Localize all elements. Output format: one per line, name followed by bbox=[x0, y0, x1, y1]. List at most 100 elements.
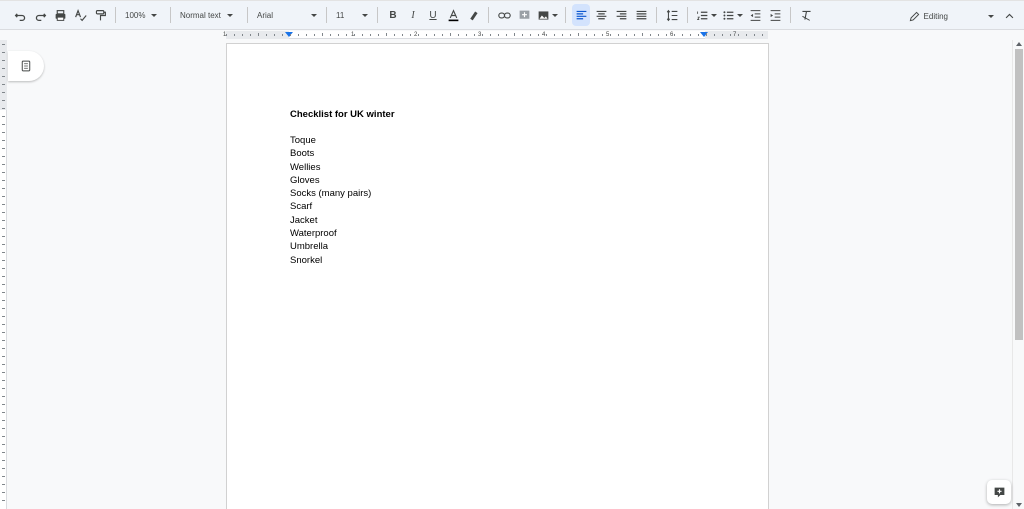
vertical-scrollbar[interactable] bbox=[1012, 40, 1024, 509]
ruler-tick bbox=[402, 34, 403, 36]
vertical-ruler-tick bbox=[2, 308, 5, 309]
redo-icon[interactable] bbox=[31, 4, 49, 26]
vertical-ruler-tick bbox=[2, 436, 5, 437]
ruler-tick bbox=[370, 34, 371, 36]
spellcheck-icon[interactable] bbox=[71, 4, 89, 26]
align-right-icon[interactable] bbox=[612, 4, 630, 26]
vertical-ruler-tick bbox=[2, 420, 5, 421]
ruler-tick bbox=[642, 33, 643, 36]
checklist-item: Umbrella bbox=[290, 241, 329, 253]
ruler-tick bbox=[394, 34, 395, 36]
ruler-tick bbox=[466, 34, 467, 36]
scroll-down-arrow-icon[interactable] bbox=[1016, 503, 1022, 507]
scroll-up-arrow-icon[interactable] bbox=[1016, 42, 1022, 46]
vertical-ruler-tick bbox=[2, 332, 5, 333]
vertical-ruler-tick bbox=[2, 300, 5, 301]
align-left-icon[interactable] bbox=[572, 4, 590, 26]
zoom-value: 100% bbox=[125, 10, 146, 20]
editing-mode-label: Editing bbox=[923, 11, 948, 21]
vertical-ruler-tick bbox=[2, 428, 5, 429]
document-page[interactable]: Checklist for UK winter Toque Boots Well… bbox=[227, 44, 768, 509]
vertical-ruler-tick bbox=[2, 316, 5, 317]
decrease-indent-icon[interactable] bbox=[746, 4, 764, 26]
vertical-ruler-tick bbox=[2, 124, 5, 125]
toolbar-divider bbox=[565, 7, 566, 23]
bulleted-list-icon[interactable] bbox=[720, 4, 744, 26]
paint-format-icon[interactable] bbox=[91, 4, 109, 26]
vertical-ruler-tick bbox=[2, 140, 5, 141]
style-select[interactable]: Normal text bbox=[176, 4, 242, 26]
ruler-tick bbox=[346, 34, 347, 36]
text-color-icon[interactable] bbox=[444, 4, 462, 26]
ruler-tick bbox=[658, 34, 659, 36]
vertical-ruler-tick bbox=[2, 340, 5, 341]
undo-icon[interactable] bbox=[11, 4, 29, 26]
ruler-tick bbox=[706, 33, 707, 36]
ruler-tick bbox=[546, 34, 547, 36]
font-size-select[interactable]: 11 bbox=[332, 4, 372, 26]
align-justify-icon[interactable] bbox=[632, 4, 650, 26]
checklist-item: Toque bbox=[290, 135, 316, 146]
chevron-down-icon bbox=[226, 13, 233, 17]
toolbar-divider bbox=[377, 7, 378, 23]
vertical-ruler-tick bbox=[2, 324, 5, 325]
document-body[interactable]: Checklist for UK winter Toque Boots Well… bbox=[290, 108, 395, 267]
scrollbar-thumb[interactable] bbox=[1015, 49, 1023, 340]
zoom-select[interactable]: 100% bbox=[121, 4, 165, 26]
ruler-number: 6 bbox=[670, 32, 674, 38]
vertical-ruler-tick bbox=[2, 100, 5, 101]
vertical-ruler-tick bbox=[2, 164, 5, 165]
style-value: Normal text bbox=[180, 10, 221, 20]
line-spacing-icon[interactable] bbox=[663, 4, 681, 26]
ruler-tick bbox=[362, 34, 363, 36]
vertical-ruler-tick bbox=[2, 148, 5, 149]
checklist-item: Jacket bbox=[290, 214, 318, 226]
ruler-number: 2 bbox=[414, 32, 418, 38]
font-size-value: 11 bbox=[336, 10, 345, 20]
ruler-number: 4 bbox=[542, 32, 546, 38]
vertical-ruler-tick bbox=[2, 188, 5, 189]
chevron-down-icon bbox=[362, 13, 368, 17]
editing-mode-select[interactable]: Editing bbox=[909, 5, 994, 27]
checklist-item: Boots bbox=[290, 148, 315, 160]
vertical-ruler-tick bbox=[2, 108, 5, 109]
ruler-tick bbox=[722, 34, 723, 36]
print-icon[interactable] bbox=[51, 4, 69, 26]
image-icon[interactable] bbox=[535, 4, 559, 26]
ruler-tick bbox=[450, 33, 451, 36]
clear-formatting-icon[interactable] bbox=[797, 4, 815, 26]
vertical-ruler-tick bbox=[2, 172, 5, 173]
bold-icon[interactable]: B bbox=[384, 4, 402, 26]
vertical-ruler-tick bbox=[2, 468, 5, 469]
vertical-ruler-tick bbox=[2, 380, 5, 381]
comment-icon[interactable] bbox=[515, 4, 533, 26]
chevron-down-icon bbox=[736, 13, 743, 17]
toolbar-divider bbox=[687, 7, 688, 23]
highlight-icon[interactable] bbox=[464, 4, 482, 26]
underline-icon[interactable]: U bbox=[424, 4, 442, 26]
align-center-icon[interactable] bbox=[592, 4, 610, 26]
vertical-ruler-tick bbox=[2, 284, 5, 285]
vertical-ruler-tick bbox=[2, 228, 5, 229]
font-select[interactable]: Arial bbox=[253, 4, 321, 26]
increase-indent-icon[interactable] bbox=[766, 4, 784, 26]
left-indent-marker[interactable] bbox=[285, 32, 293, 37]
document-outline-button[interactable] bbox=[8, 51, 44, 81]
vertical-ruler[interactable] bbox=[0, 40, 7, 509]
italic-icon[interactable]: I bbox=[404, 4, 422, 26]
numbered-list-icon[interactable] bbox=[694, 4, 718, 26]
chevron-down-icon bbox=[311, 13, 317, 17]
vertical-ruler-tick bbox=[2, 404, 5, 405]
ruler-tick bbox=[234, 34, 235, 36]
vertical-ruler-tick bbox=[2, 460, 5, 461]
ruler-tick bbox=[442, 34, 443, 36]
add-comment-button[interactable] bbox=[987, 480, 1011, 504]
vertical-ruler-tick bbox=[2, 412, 5, 413]
vertical-ruler-tick bbox=[2, 132, 5, 133]
horizontal-ruler[interactable]: 1 1 2 3 4 5 6 7 bbox=[223, 31, 768, 39]
vertical-ruler-tick bbox=[2, 196, 5, 197]
link-icon[interactable] bbox=[495, 4, 513, 26]
collapse-menus-button[interactable] bbox=[1000, 5, 1018, 27]
pencil-icon bbox=[909, 11, 919, 21]
ruler-tick bbox=[650, 34, 651, 36]
